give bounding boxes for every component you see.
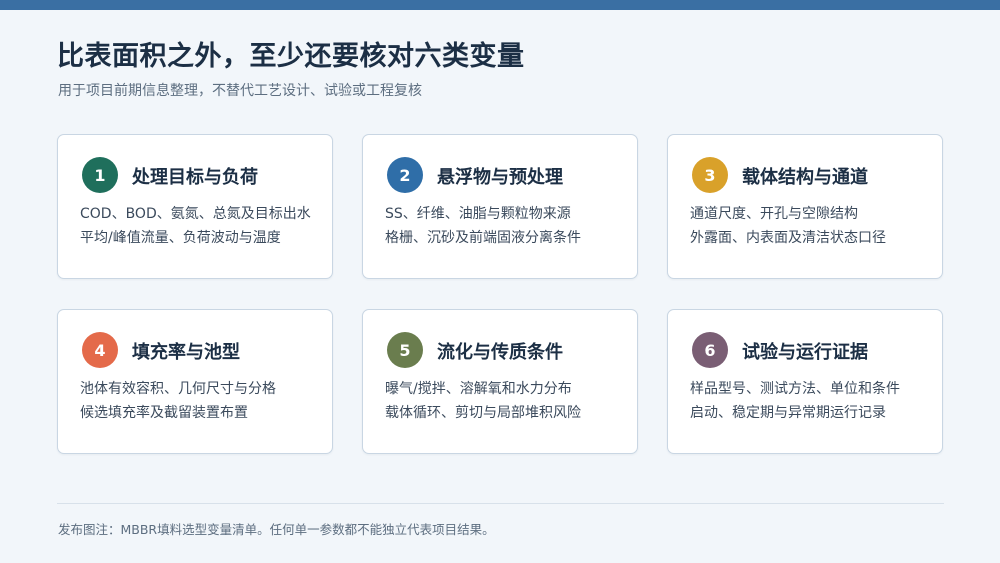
card-title: 悬浮物与预处理 bbox=[437, 167, 563, 188]
variable-card-2: 2 悬浮物与预处理 SS、纤维、油脂与颗粒物来源 格栅、沉砂及前端固液分离条件 bbox=[362, 134, 638, 279]
card-detail-line: 载体循环、剪切与局部堆积风险 bbox=[385, 405, 581, 421]
card-detail-line: SS、纤维、油脂与颗粒物来源 bbox=[385, 206, 571, 222]
variable-card-3: 3 载体结构与通道 通道尺度、开孔与空隙结构 外露面、内表面及清洁状态口径 bbox=[667, 134, 943, 279]
variable-card-5: 5 流化与传质条件 曝气/搅拌、溶解氧和水力分布 载体循环、剪切与局部堆积风险 bbox=[362, 309, 638, 454]
card-detail-line: 曝气/搅拌、溶解氧和水力分布 bbox=[385, 381, 572, 397]
card-number-badge: 2 bbox=[387, 157, 423, 193]
card-number-badge: 5 bbox=[387, 332, 423, 368]
page-subtitle: 用于项目前期信息整理，不替代工艺设计、试验或工程复核 bbox=[58, 83, 422, 99]
card-number-badge: 4 bbox=[82, 332, 118, 368]
card-number-badge: 1 bbox=[82, 157, 118, 193]
card-title: 填充率与池型 bbox=[132, 342, 240, 363]
figure-caption: 发布图注：MBBR填料选型变量清单。任何单一参数都不能独立代表项目结果。 bbox=[58, 522, 495, 537]
card-detail-line: COD、BOD、氨氮、总氮及目标出水 bbox=[80, 206, 311, 222]
card-number-badge: 6 bbox=[692, 332, 728, 368]
top-accent-bar bbox=[0, 0, 1000, 10]
variable-card-6: 6 试验与运行证据 样品型号、测试方法、单位和条件 启动、稳定期与异常期运行记录 bbox=[667, 309, 943, 454]
card-title: 流化与传质条件 bbox=[437, 342, 563, 363]
card-detail-line: 候选填充率及截留装置布置 bbox=[80, 405, 248, 421]
card-detail-line: 外露面、内表面及清洁状态口径 bbox=[690, 230, 886, 246]
card-title: 处理目标与负荷 bbox=[132, 167, 258, 188]
variable-card-4: 4 填充率与池型 池体有效容积、几何尺寸与分格 候选填充率及截留装置布置 bbox=[57, 309, 333, 454]
card-detail-line: 平均/峰值流量、负荷波动与温度 bbox=[80, 230, 281, 246]
card-detail-line: 池体有效容积、几何尺寸与分格 bbox=[80, 381, 276, 397]
card-detail-line: 通道尺度、开孔与空隙结构 bbox=[690, 206, 858, 222]
card-detail-line: 启动、稳定期与异常期运行记录 bbox=[690, 405, 886, 421]
card-detail-line: 格栅、沉砂及前端固液分离条件 bbox=[385, 230, 581, 246]
footer-divider bbox=[57, 503, 944, 504]
page-title: 比表面积之外，至少还要核对六类变量 bbox=[57, 41, 525, 72]
card-title: 载体结构与通道 bbox=[742, 167, 868, 188]
variable-card-1: 1 处理目标与负荷 COD、BOD、氨氮、总氮及目标出水 平均/峰值流量、负荷波… bbox=[57, 134, 333, 279]
variable-card-grid: 1 处理目标与负荷 COD、BOD、氨氮、总氮及目标出水 平均/峰值流量、负荷波… bbox=[57, 134, 944, 454]
card-number-badge: 3 bbox=[692, 157, 728, 193]
card-detail-line: 样品型号、测试方法、单位和条件 bbox=[690, 381, 900, 397]
card-title: 试验与运行证据 bbox=[742, 342, 868, 363]
